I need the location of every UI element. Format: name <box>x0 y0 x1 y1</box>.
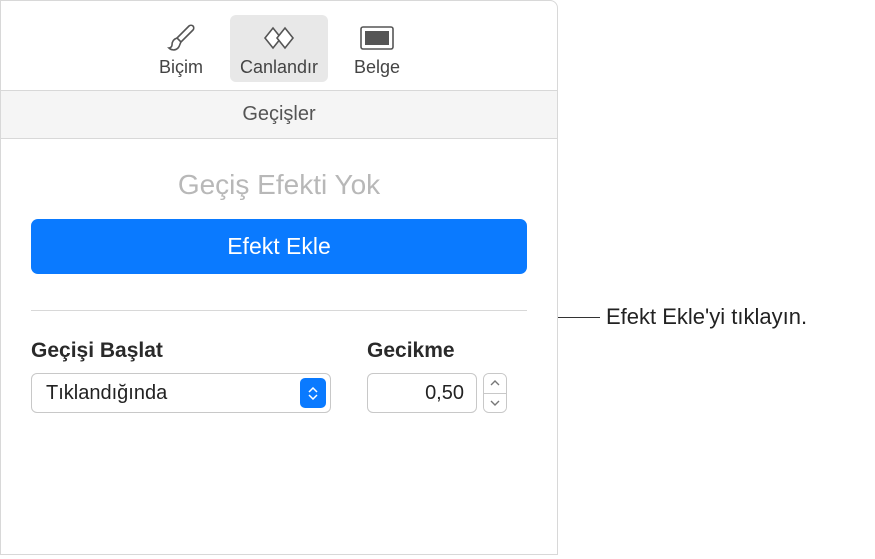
animate-icon <box>257 21 301 55</box>
document-tab-label: Belge <box>354 57 400 78</box>
document-tab[interactable]: Belge <box>334 15 420 82</box>
animate-tab-label: Canlandır <box>240 57 318 78</box>
inspector-toolbar: Biçim Canlandır Belge <box>1 1 557 91</box>
transitions-content: Geçiş Efekti Yok Efekt Ekle Geçişi Başla… <box>1 139 557 413</box>
start-transition-group: Geçişi Başlat Tıklandığında <box>31 339 331 413</box>
delay-input[interactable] <box>367 373 477 413</box>
delay-group: Gecikme <box>367 339 527 413</box>
callout-line <box>558 317 600 318</box>
inspector-panel: Biçim Canlandır Belge Geçişler Geçiş Ef <box>0 0 558 555</box>
transition-controls-row: Geçişi Başlat Tıklandığında Gecikme <box>31 339 527 413</box>
format-tab[interactable]: Biçim <box>138 15 224 82</box>
format-tab-label: Biçim <box>159 57 203 78</box>
delay-stepper-up[interactable] <box>484 374 506 394</box>
select-updown-icon <box>300 378 326 408</box>
no-transition-effect-title: Geçiş Efekti Yok <box>31 169 527 201</box>
delay-stepper-down[interactable] <box>484 394 506 413</box>
start-transition-label: Geçişi Başlat <box>31 339 331 363</box>
start-transition-value: Tıklandığında <box>46 382 167 405</box>
start-transition-select[interactable]: Tıklandığında <box>31 373 331 413</box>
document-icon <box>355 21 399 55</box>
delay-stepper-wrap <box>367 373 527 413</box>
delay-label: Gecikme <box>367 339 527 363</box>
add-effect-button[interactable]: Efekt Ekle <box>31 219 527 274</box>
divider <box>31 310 527 311</box>
delay-stepper <box>483 373 507 413</box>
callout: Efekt Ekle'yi tıklayın. <box>558 304 807 330</box>
paintbrush-icon <box>159 21 203 55</box>
animate-tab[interactable]: Canlandır <box>230 15 328 82</box>
transitions-section-header: Geçişler <box>1 91 557 139</box>
callout-text: Efekt Ekle'yi tıklayın. <box>606 304 807 330</box>
